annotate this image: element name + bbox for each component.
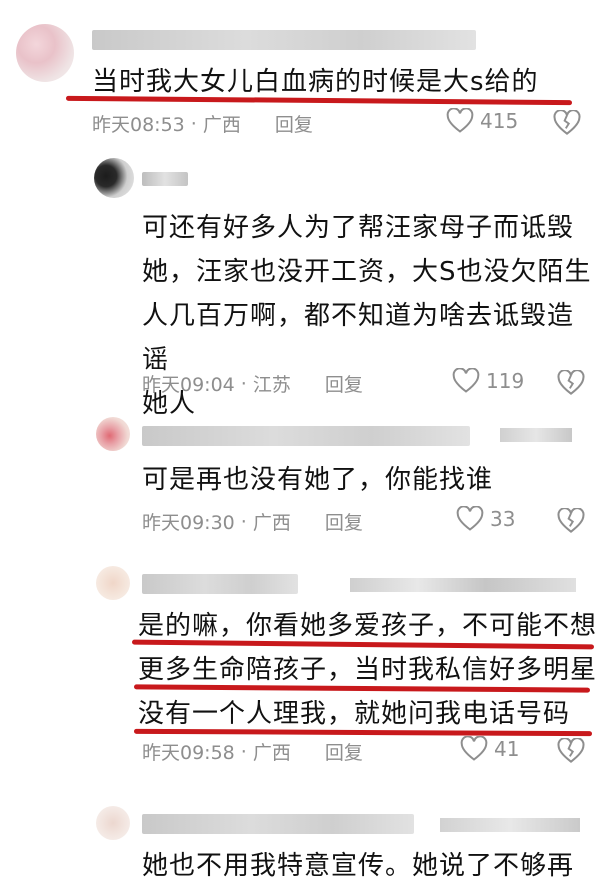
reply-button[interactable]: 回复	[275, 110, 313, 137]
dislike-heart-icon[interactable]	[556, 508, 586, 534]
avatar[interactable]	[96, 566, 130, 600]
like-count: 119	[486, 369, 525, 393]
like-button[interactable]: 415	[446, 108, 518, 134]
reply-button[interactable]: 回复	[325, 738, 363, 765]
comment-time: 昨天09:04	[142, 374, 235, 396]
comment-line: 她，汪家也没开工资，大S也没欠陌生	[142, 257, 592, 287]
like-button[interactable]: 33	[456, 506, 515, 532]
blurred-username	[142, 172, 188, 186]
like-count: 33	[490, 507, 516, 531]
comment-meta: 昨天08:53 · 广西 回复	[92, 110, 313, 137]
heart-outline-icon	[460, 736, 488, 761]
dislike-heart-icon[interactable]	[556, 370, 586, 396]
comment-time: 昨天09:58	[142, 742, 235, 764]
like-button[interactable]: 119	[452, 368, 524, 394]
blurred-username	[142, 814, 414, 834]
comment-meta: 昨天09:04 · 江苏 回复	[142, 370, 363, 397]
separator: ·	[240, 740, 247, 763]
comment-line: 可还有好多人为了帮汪家母子而诋毁	[142, 213, 575, 243]
comment-meta: 昨天09:58 · 广西 回复	[142, 738, 363, 765]
comment-text: 她也不用我特意宣传。她说了不够再	[142, 844, 574, 888]
like-button[interactable]: 41	[460, 736, 519, 762]
avatar[interactable]	[96, 806, 130, 840]
separator: ·	[240, 372, 247, 395]
blurred-reply-target	[350, 578, 576, 592]
comment-line: 她也不用我特意宣传。她说了不够再	[142, 851, 575, 881]
heart-outline-icon	[456, 506, 484, 531]
dislike-heart-icon[interactable]	[556, 738, 586, 764]
blurred-username	[92, 30, 476, 50]
blurred-username	[142, 426, 470, 446]
like-count: 415	[480, 109, 519, 133]
comment-location: 广西	[252, 742, 291, 764]
avatar[interactable]	[94, 158, 134, 198]
reply-button[interactable]: 回复	[325, 370, 363, 397]
avatar[interactable]	[96, 417, 130, 451]
blurred-reply-target	[500, 428, 572, 442]
separator: ·	[240, 510, 247, 533]
heart-outline-icon	[446, 108, 474, 133]
comment-text: 可是再也没有她了，你能找谁	[142, 458, 493, 502]
reply-button[interactable]: 回复	[325, 508, 363, 535]
comment-location: 广西	[252, 512, 291, 534]
comment-meta: 昨天09:30 · 广西 回复	[142, 508, 363, 535]
blurred-reply-target	[440, 818, 580, 832]
comment-location: 江苏	[252, 374, 291, 396]
comment-line: 可是再也没有她了，你能找谁	[142, 465, 494, 495]
avatar[interactable]	[16, 24, 74, 82]
comment-location: 广西	[202, 114, 241, 136]
dislike-heart-icon[interactable]	[552, 110, 582, 136]
blurred-username	[142, 574, 298, 594]
comment-line: 人几百万啊，都不知道为啥去诋毁造谣	[142, 301, 575, 375]
separator: ·	[190, 112, 197, 135]
heart-outline-icon	[452, 368, 480, 393]
comment-text: 是的嘛，你看她多爱孩子，不可能不想 更多生命陪孩子，当时我私信好多明星 没有一个…	[138, 604, 597, 736]
comment-time: 昨天08:53	[92, 114, 185, 136]
like-count: 41	[494, 737, 520, 761]
comment-time: 昨天09:30	[142, 512, 235, 534]
